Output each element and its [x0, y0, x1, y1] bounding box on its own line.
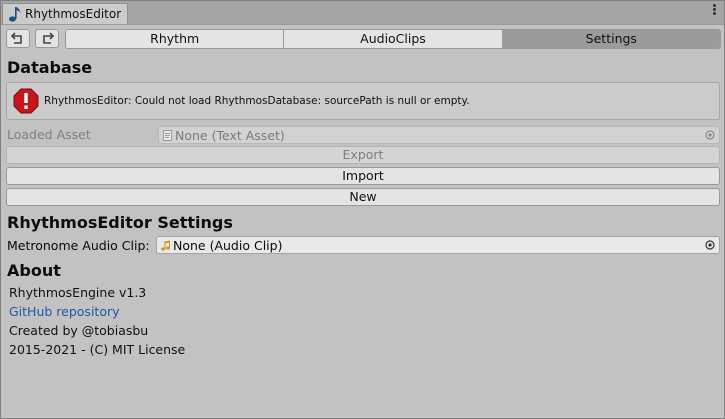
tab-title: RhythmosEditor	[25, 7, 122, 21]
loaded-asset-value: None (Text Asset)	[175, 128, 285, 143]
error-message: RhythmosEditor: Could not load RhythmosD…	[44, 95, 470, 107]
import-button[interactable]: Import	[6, 167, 720, 185]
object-picker-icon	[705, 130, 715, 140]
music-note-icon	[9, 7, 21, 22]
editor-window: RhythmosEditor Rhythm AudioClips Setting…	[0, 0, 725, 419]
github-repository-link[interactable]: GitHub repository	[9, 304, 120, 319]
tab-bar: RhythmosEditor	[1, 1, 724, 25]
about-heading: About	[7, 261, 61, 280]
author-text: Created by @tobiasbu	[9, 323, 149, 338]
toolbar: Rhythm AudioClips Settings	[6, 29, 721, 49]
audio-clip-icon	[161, 240, 170, 251]
object-picker-icon[interactable]	[705, 240, 715, 250]
section-tabs: Rhythm AudioClips Settings	[65, 29, 721, 49]
redo-icon	[43, 32, 54, 44]
export-button[interactable]: Export	[6, 146, 720, 164]
metronome-value: None (Audio Clip)	[173, 238, 283, 253]
new-button[interactable]: New	[6, 188, 720, 206]
version-text: RhythmosEngine v1.3	[9, 285, 147, 300]
metronome-audio-clip-field[interactable]: None (Audio Clip)	[156, 236, 720, 254]
settings-heading: RhythmosEditor Settings	[7, 213, 233, 232]
text-asset-icon	[163, 130, 172, 141]
license-text: 2015-2021 - (C) MIT License	[9, 342, 186, 357]
loaded-asset-field: None (Text Asset)	[158, 126, 720, 144]
undo-icon	[11, 32, 22, 44]
tab-rhythm[interactable]: Rhythm	[66, 30, 285, 48]
database-heading: Database	[7, 58, 93, 77]
loaded-asset-label: Loaded Asset	[7, 127, 91, 142]
undo-button[interactable]	[6, 29, 30, 48]
tab-rhythmos-editor[interactable]: RhythmosEditor	[2, 3, 128, 24]
error-helpbox: RhythmosEditor: Could not load RhythmosD…	[6, 82, 720, 120]
error-stop-icon	[13, 88, 39, 114]
tab-audioclips[interactable]: AudioClips	[284, 30, 503, 48]
tab-settings[interactable]: Settings	[502, 30, 720, 48]
metronome-label: Metronome Audio Clip:	[7, 238, 150, 253]
more-options-icon[interactable]	[710, 3, 718, 19]
redo-button[interactable]	[35, 29, 59, 48]
